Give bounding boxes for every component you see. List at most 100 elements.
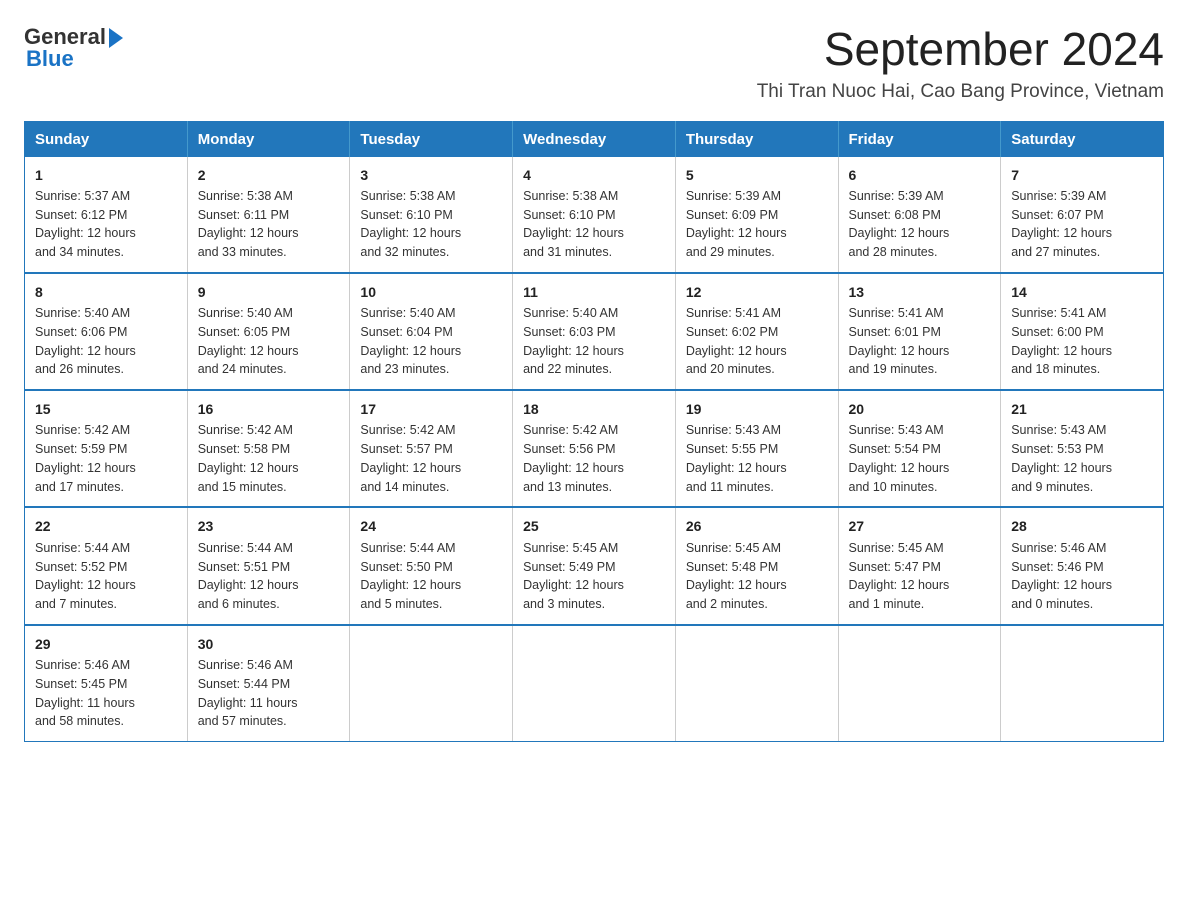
calendar-cell: 22 Sunrise: 5:44 AM Sunset: 5:52 PM Dayli… xyxy=(25,507,188,624)
day-number: 18 xyxy=(523,399,665,419)
day-number: 22 xyxy=(35,516,177,536)
day-info: Sunrise: 5:43 AM Sunset: 5:54 PM Dayligh… xyxy=(849,421,991,496)
calendar-header-sunday: Sunday xyxy=(25,121,188,157)
day-info: Sunrise: 5:39 AM Sunset: 6:08 PM Dayligh… xyxy=(849,187,991,262)
calendar-week-row: 29Sunrise: 5:46 AM Sunset: 5:45 PM Dayli… xyxy=(25,625,1164,742)
calendar-header-tuesday: Tuesday xyxy=(350,121,513,157)
calendar-week-row: 1Sunrise: 5:37 AM Sunset: 6:12 PM Daylig… xyxy=(25,157,1164,273)
calendar-header-wednesday: Wednesday xyxy=(513,121,676,157)
calendar-cell: 11Sunrise: 5:40 AM Sunset: 6:03 PM Dayli… xyxy=(513,273,676,390)
location-title: Thi Tran Nuoc Hai, Cao Bang Province, Vi… xyxy=(757,81,1164,103)
calendar-header-monday: Monday xyxy=(187,121,350,157)
calendar-cell: 2Sunrise: 5:38 AM Sunset: 6:11 PM Daylig… xyxy=(187,157,350,273)
calendar-cell: 30Sunrise: 5:46 AM Sunset: 5:44 PM Dayli… xyxy=(187,625,350,742)
day-info: Sunrise: 5:42 AM Sunset: 5:58 PM Dayligh… xyxy=(198,421,340,496)
calendar-cell: 26 Sunrise: 5:45 AM Sunset: 5:48 PM Dayli… xyxy=(675,507,838,624)
day-number: 6 xyxy=(849,165,991,185)
calendar-cell: 20Sunrise: 5:43 AM Sunset: 5:54 PM Dayli… xyxy=(838,390,1001,507)
day-number: 20 xyxy=(849,399,991,419)
day-info: Sunrise: 5:41 AM Sunset: 6:00 PM Dayligh… xyxy=(1011,304,1153,379)
day-info: Sunrise: 5:45 AM Sunset: 5:49 PM Dayligh… xyxy=(523,539,665,614)
calendar-cell: 1Sunrise: 5:37 AM Sunset: 6:12 PM Daylig… xyxy=(25,157,188,273)
calendar-cell xyxy=(838,625,1001,742)
day-number: 14 xyxy=(1011,282,1153,302)
calendar-cell: 3Sunrise: 5:38 AM Sunset: 6:10 PM Daylig… xyxy=(350,157,513,273)
day-number: 24 xyxy=(360,516,502,536)
calendar-header-saturday: Saturday xyxy=(1001,121,1164,157)
logo: General Blue xyxy=(24,24,123,72)
logo-blue-text: Blue xyxy=(26,46,74,72)
day-info: Sunrise: 5:37 AM Sunset: 6:12 PM Dayligh… xyxy=(35,187,177,262)
day-info: Sunrise: 5:41 AM Sunset: 6:01 PM Dayligh… xyxy=(849,304,991,379)
day-info: Sunrise: 5:42 AM Sunset: 5:57 PM Dayligh… xyxy=(360,421,502,496)
calendar-cell xyxy=(513,625,676,742)
page-header: General Blue September 2024 Thi Tran Nuo… xyxy=(24,24,1164,103)
day-info: Sunrise: 5:42 AM Sunset: 5:56 PM Dayligh… xyxy=(523,421,665,496)
calendar-cell: 6Sunrise: 5:39 AM Sunset: 6:08 PM Daylig… xyxy=(838,157,1001,273)
calendar-cell: 4Sunrise: 5:38 AM Sunset: 6:10 PM Daylig… xyxy=(513,157,676,273)
day-number: 2 xyxy=(198,165,340,185)
calendar-week-row: 22 Sunrise: 5:44 AM Sunset: 5:52 PM Dayli… xyxy=(25,507,1164,624)
day-number: 26 xyxy=(686,516,828,536)
calendar-cell xyxy=(1001,625,1164,742)
calendar-week-row: 8Sunrise: 5:40 AM Sunset: 6:06 PM Daylig… xyxy=(25,273,1164,390)
day-number: 23 xyxy=(198,516,340,536)
calendar-cell: 28 Sunrise: 5:46 AM Sunset: 5:46 PM Dayli… xyxy=(1001,507,1164,624)
calendar-cell xyxy=(350,625,513,742)
day-number: 5 xyxy=(686,165,828,185)
day-number: 4 xyxy=(523,165,665,185)
calendar-table: SundayMondayTuesdayWednesdayThursdayFrid… xyxy=(24,121,1164,742)
day-number: 27 xyxy=(849,516,991,536)
calendar-cell: 10Sunrise: 5:40 AM Sunset: 6:04 PM Dayli… xyxy=(350,273,513,390)
calendar-cell: 19Sunrise: 5:43 AM Sunset: 5:55 PM Dayli… xyxy=(675,390,838,507)
calendar-cell: 29Sunrise: 5:46 AM Sunset: 5:45 PM Dayli… xyxy=(25,625,188,742)
calendar-header-friday: Friday xyxy=(838,121,1001,157)
calendar-cell: 13Sunrise: 5:41 AM Sunset: 6:01 PM Dayli… xyxy=(838,273,1001,390)
calendar-cell: 15Sunrise: 5:42 AM Sunset: 5:59 PM Dayli… xyxy=(25,390,188,507)
calendar-cell: 16Sunrise: 5:42 AM Sunset: 5:58 PM Dayli… xyxy=(187,390,350,507)
calendar-header-row: SundayMondayTuesdayWednesdayThursdayFrid… xyxy=(25,121,1164,157)
day-number: 10 xyxy=(360,282,502,302)
day-number: 25 xyxy=(523,516,665,536)
day-number: 28 xyxy=(1011,516,1153,536)
day-info: Sunrise: 5:44 AM Sunset: 5:52 PM Dayligh… xyxy=(35,539,177,614)
logo-arrow-icon xyxy=(109,28,123,48)
day-number: 12 xyxy=(686,282,828,302)
day-number: 8 xyxy=(35,282,177,302)
title-block: September 2024 Thi Tran Nuoc Hai, Cao Ba… xyxy=(757,24,1164,103)
day-number: 9 xyxy=(198,282,340,302)
day-number: 16 xyxy=(198,399,340,419)
day-number: 19 xyxy=(686,399,828,419)
day-info: Sunrise: 5:40 AM Sunset: 6:05 PM Dayligh… xyxy=(198,304,340,379)
day-info: Sunrise: 5:40 AM Sunset: 6:03 PM Dayligh… xyxy=(523,304,665,379)
day-number: 15 xyxy=(35,399,177,419)
day-info: Sunrise: 5:46 AM Sunset: 5:45 PM Dayligh… xyxy=(35,656,177,731)
calendar-cell: 25 Sunrise: 5:45 AM Sunset: 5:49 PM Dayli… xyxy=(513,507,676,624)
day-info: Sunrise: 5:39 AM Sunset: 6:09 PM Dayligh… xyxy=(686,187,828,262)
day-info: Sunrise: 5:38 AM Sunset: 6:10 PM Dayligh… xyxy=(360,187,502,262)
calendar-week-row: 15Sunrise: 5:42 AM Sunset: 5:59 PM Dayli… xyxy=(25,390,1164,507)
day-info: Sunrise: 5:38 AM Sunset: 6:11 PM Dayligh… xyxy=(198,187,340,262)
day-info: Sunrise: 5:44 AM Sunset: 5:50 PM Dayligh… xyxy=(360,539,502,614)
calendar-cell: 5Sunrise: 5:39 AM Sunset: 6:09 PM Daylig… xyxy=(675,157,838,273)
day-info: Sunrise: 5:43 AM Sunset: 5:53 PM Dayligh… xyxy=(1011,421,1153,496)
calendar-cell: 14Sunrise: 5:41 AM Sunset: 6:00 PM Dayli… xyxy=(1001,273,1164,390)
day-number: 7 xyxy=(1011,165,1153,185)
day-info: Sunrise: 5:45 AM Sunset: 5:47 PM Dayligh… xyxy=(849,539,991,614)
calendar-cell: 7Sunrise: 5:39 AM Sunset: 6:07 PM Daylig… xyxy=(1001,157,1164,273)
day-number: 13 xyxy=(849,282,991,302)
day-info: Sunrise: 5:43 AM Sunset: 5:55 PM Dayligh… xyxy=(686,421,828,496)
calendar-cell: 17Sunrise: 5:42 AM Sunset: 5:57 PM Dayli… xyxy=(350,390,513,507)
day-info: Sunrise: 5:46 AM Sunset: 5:46 PM Dayligh… xyxy=(1011,539,1153,614)
calendar-cell: 18Sunrise: 5:42 AM Sunset: 5:56 PM Dayli… xyxy=(513,390,676,507)
calendar-cell: 24 Sunrise: 5:44 AM Sunset: 5:50 PM Dayli… xyxy=(350,507,513,624)
day-info: Sunrise: 5:38 AM Sunset: 6:10 PM Dayligh… xyxy=(523,187,665,262)
calendar-cell: 23Sunrise: 5:44 AM Sunset: 5:51 PM Dayli… xyxy=(187,507,350,624)
day-number: 30 xyxy=(198,634,340,654)
month-title: September 2024 xyxy=(757,24,1164,75)
day-number: 3 xyxy=(360,165,502,185)
day-info: Sunrise: 5:39 AM Sunset: 6:07 PM Dayligh… xyxy=(1011,187,1153,262)
calendar-cell xyxy=(675,625,838,742)
day-info: Sunrise: 5:45 AM Sunset: 5:48 PM Dayligh… xyxy=(686,539,828,614)
day-number: 29 xyxy=(35,634,177,654)
